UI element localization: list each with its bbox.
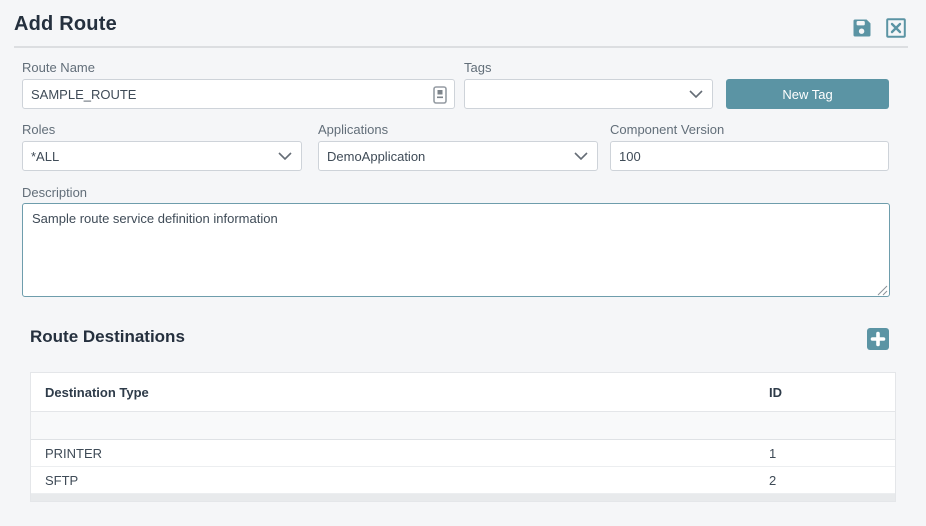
route-destinations-title: Route Destinations (30, 327, 185, 347)
applications-select[interactable]: DemoApplication (318, 141, 598, 171)
resize-handle[interactable] (876, 283, 888, 295)
table-row[interactable]: SFTP 2 (31, 467, 895, 494)
route-name-field[interactable] (22, 79, 455, 109)
destinations-table: Destination Type ID PRINTER 1 SFTP 2 (30, 372, 896, 502)
tags-label: Tags (464, 60, 491, 75)
header-divider (14, 46, 908, 48)
destination-type-cell: PRINTER (31, 446, 769, 461)
tags-select[interactable] (464, 79, 713, 109)
save-icon[interactable] (852, 18, 872, 38)
chevron-down-icon (278, 152, 292, 160)
component-version-field[interactable] (610, 141, 889, 171)
plus-icon (870, 331, 886, 347)
description-textarea[interactable]: Sample route service definition informat… (22, 203, 890, 297)
table-footer-strip (31, 494, 895, 501)
roles-label: Roles (22, 122, 55, 137)
add-destination-button[interactable] (867, 328, 889, 350)
applications-select-value: DemoApplication (327, 149, 425, 164)
description-field: Sample route service definition informat… (22, 203, 890, 297)
roles-select[interactable]: *ALL (22, 141, 302, 171)
page-title: Add Route (14, 13, 117, 36)
autofill-badge-icon[interactable] (433, 86, 447, 104)
column-header-destination-type: Destination Type (31, 385, 769, 400)
column-header-id: ID (769, 385, 895, 400)
component-version-input[interactable] (611, 142, 888, 170)
route-name-label: Route Name (22, 60, 95, 75)
close-icon[interactable] (886, 18, 906, 38)
route-name-input[interactable] (23, 80, 454, 108)
component-version-label: Component Version (610, 122, 724, 137)
add-route-page: Add Route Route Name Tags (0, 0, 926, 526)
new-tag-button[interactable]: New Tag (726, 79, 889, 109)
id-cell: 2 (769, 473, 895, 488)
chevron-down-icon (574, 152, 588, 160)
description-label: Description (22, 185, 87, 200)
roles-select-value: *ALL (31, 149, 59, 164)
table-filter-row[interactable] (31, 412, 895, 440)
table-row[interactable]: PRINTER 1 (31, 440, 895, 467)
destination-type-cell: SFTP (31, 473, 769, 488)
applications-label: Applications (318, 122, 388, 137)
chevron-down-icon (689, 90, 703, 98)
id-cell: 1 (769, 446, 895, 461)
table-header-row: Destination Type ID (31, 373, 895, 412)
